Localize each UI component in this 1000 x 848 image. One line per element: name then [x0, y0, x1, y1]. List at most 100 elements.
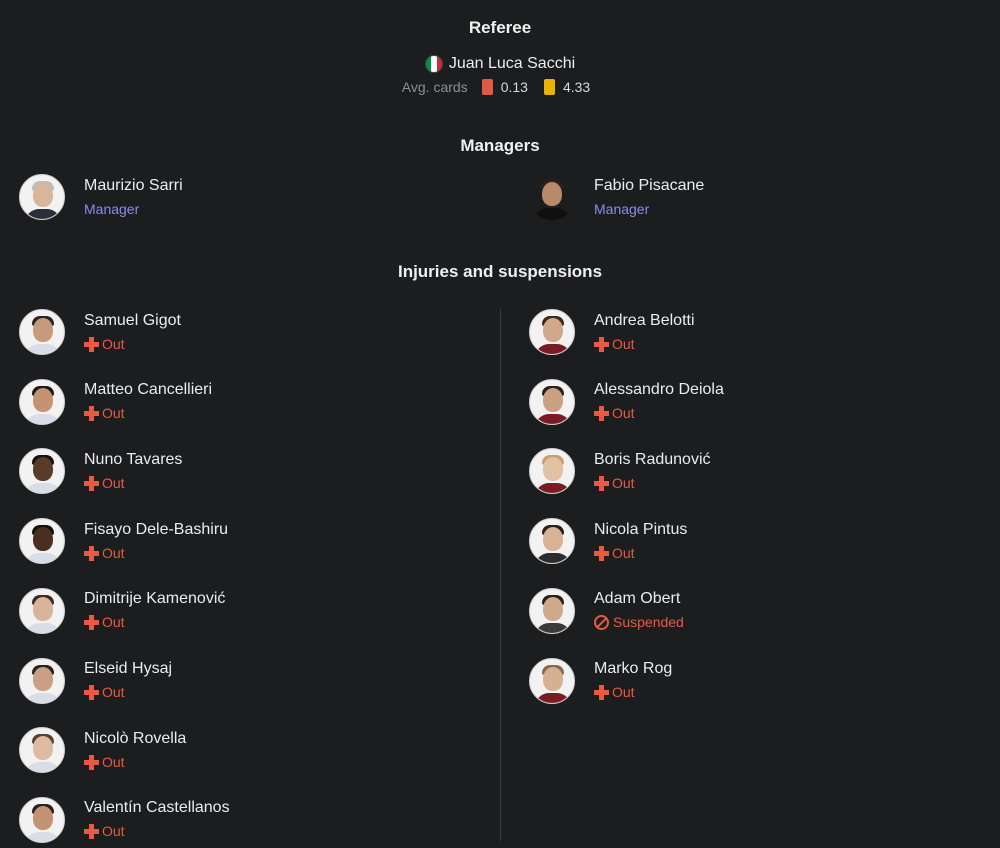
status-label: Out [102, 335, 125, 352]
player-status: Out [594, 543, 687, 563]
manager-avatar [19, 174, 65, 220]
player-name: Valentín Castellanos [84, 799, 230, 817]
injuries-title: Injuries and suspensions [397, 262, 603, 281]
injury-row[interactable]: Fisayo Dele-Bashiru Out [19, 518, 229, 565]
player-status: Out [594, 473, 711, 493]
injury-row[interactable]: Boris Radunović Out [529, 448, 711, 495]
injury-cross-icon [594, 475, 609, 491]
player-name: Boris Radunović [594, 450, 711, 468]
managers-title: Managers [460, 136, 540, 155]
player-avatar [19, 309, 65, 355]
referee-row: Juan Luca Sacchi [0, 55, 1000, 73]
player-status: Out [84, 821, 230, 841]
referee-title: Referee [468, 18, 532, 37]
injury-row[interactable]: Marko Rog Out [529, 657, 673, 704]
injury-row[interactable]: Matteo Cancellieri Out [19, 378, 213, 425]
player-avatar [529, 518, 575, 565]
manager-name: Maurizio Sarri [84, 176, 183, 194]
player-status: Out [84, 752, 186, 772]
injury-cross-icon [84, 336, 99, 352]
manager-home[interactable]: Maurizio Sarri Manager [19, 174, 183, 220]
injury-cross-icon [84, 824, 99, 840]
manager-away[interactable]: Fabio Pisacane Manager [529, 174, 704, 220]
status-label: Out [102, 684, 125, 700]
player-avatar [19, 587, 65, 634]
player-status: Out [84, 403, 212, 423]
status-label: Out [102, 753, 125, 770]
status-label: Out [612, 405, 635, 422]
player-avatar [19, 796, 65, 843]
status-label: Out [102, 405, 125, 422]
injury-cross-icon [594, 685, 609, 700]
injury-row[interactable]: Nicola Pintus Out [529, 518, 688, 565]
yellow-card-icon [543, 79, 555, 95]
player-status: Out [84, 612, 225, 632]
injury-row[interactable]: Samuel Gigot Out [19, 309, 181, 355]
red-card-icon [481, 79, 493, 95]
player-avatar [529, 587, 575, 634]
column-divider [500, 309, 501, 841]
player-status: Out [594, 403, 724, 423]
player-avatar [19, 518, 65, 565]
injury-cross-icon [84, 615, 99, 631]
player-name: Samuel Gigot [84, 311, 181, 329]
italy-flag-icon [424, 55, 443, 73]
player-avatar [529, 378, 575, 425]
injury-cross-icon [84, 406, 99, 422]
player-name: Nicolò Rovella [84, 729, 187, 747]
injury-cross-icon [594, 545, 609, 561]
player-avatar [19, 727, 65, 774]
player-name: Dimitrije Kamenović [84, 590, 226, 608]
yellow-card-avg: 4.33 [562, 79, 591, 95]
status-label: Out [612, 544, 635, 561]
status-label: Out [612, 474, 635, 491]
injury-row[interactable]: Elseid Hysaj Out [19, 657, 173, 704]
injury-row[interactable]: Alessandro Deiola Out [529, 378, 724, 425]
player-name: Fisayo Dele-Bashiru [84, 520, 229, 538]
player-status: Out [84, 334, 181, 354]
player-name: Matteo Cancellieri [84, 381, 213, 399]
injury-row[interactable]: Valentín Castellanos Out [19, 796, 230, 843]
player-name: Adam Obert [594, 590, 681, 608]
injury-row[interactable]: Andrea Belotti Out [529, 309, 695, 355]
injury-cross-icon [594, 336, 609, 352]
player-status: Out [84, 543, 228, 563]
injury-cross-icon [594, 406, 609, 422]
injury-cross-icon [84, 754, 99, 770]
injury-cross-icon [84, 545, 99, 561]
player-status: Out [594, 682, 672, 702]
player-status: Out [594, 334, 695, 354]
player-name: Alessandro Deiola [594, 381, 724, 399]
player-name: Nuno Tavares [84, 450, 183, 468]
player-avatar [529, 657, 575, 704]
status-label: Out [102, 544, 125, 561]
suspended-icon [594, 614, 609, 630]
player-avatar [19, 378, 65, 425]
injury-row[interactable]: Dimitrije Kamenović Out [19, 587, 226, 634]
manager-name: Fabio Pisacane [594, 176, 705, 194]
referee-name[interactable]: Juan Luca Sacchi [449, 55, 575, 73]
player-status: Out [84, 682, 172, 702]
player-name: Elseid Hysaj [84, 660, 173, 677]
player-status: Out [84, 473, 182, 493]
status-label: Out [102, 614, 125, 631]
player-name: Marko Rog [594, 660, 673, 677]
status-label: Out [102, 474, 125, 491]
player-name: Nicola Pintus [594, 520, 688, 538]
manager-avatar [529, 174, 575, 220]
player-name: Andrea Belotti [594, 311, 695, 329]
player-avatar [529, 448, 575, 495]
player-status: Suspended [594, 612, 684, 632]
manager-role: Manager [84, 200, 140, 217]
referee-cards: Avg. cards 0.13 4.33 [0, 79, 1000, 95]
injury-row[interactable]: Adam Obert Suspended [529, 587, 684, 634]
injury-row[interactable]: Nuno Tavares Out [19, 448, 183, 495]
avg-cards-label: Avg. cards [401, 79, 468, 95]
player-avatar [19, 657, 65, 704]
status-label: Out [102, 823, 125, 840]
status-label: Out [612, 684, 635, 700]
injury-cross-icon [84, 685, 99, 700]
status-label: Out [612, 335, 635, 352]
injury-row[interactable]: Nicolò Rovella Out [19, 727, 187, 774]
status-label: Suspended [613, 614, 684, 631]
